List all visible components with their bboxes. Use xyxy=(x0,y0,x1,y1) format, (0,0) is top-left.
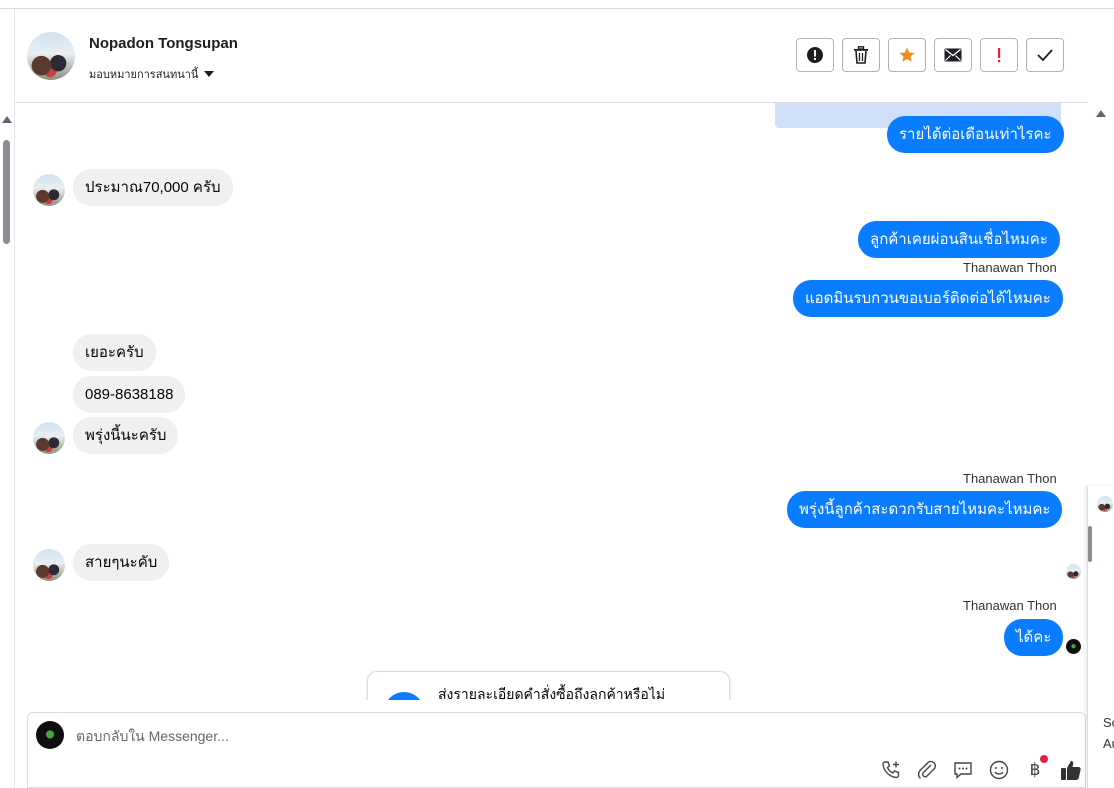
notification-dot xyxy=(1040,755,1048,763)
sender-name: Thanawan Thon xyxy=(963,260,1057,275)
outgoing-message[interactable]: ลูกค้าเคยผ่อนสินเชื่อไหมคะ xyxy=(858,221,1060,258)
trash-icon xyxy=(854,46,868,64)
side-panel-avatar xyxy=(1097,496,1113,512)
left-scrollbar[interactable] xyxy=(0,9,15,788)
exclamation-icon xyxy=(998,48,1001,63)
done-button[interactable] xyxy=(1026,38,1064,72)
reply-input[interactable] xyxy=(76,725,836,747)
spam-button[interactable] xyxy=(796,38,834,72)
side-panel-scrollbar[interactable] xyxy=(1088,526,1092,562)
top-border xyxy=(0,0,1114,9)
attach-button[interactable] xyxy=(916,759,938,781)
check-icon xyxy=(1037,49,1053,61)
mark-unread-button[interactable] xyxy=(934,38,972,72)
caret-down-icon xyxy=(204,71,215,77)
seen-receipt-avatar xyxy=(1066,639,1081,654)
header-actions xyxy=(796,38,1064,72)
assign-label: มอบหมายการสนทนานี้ xyxy=(89,69,199,81)
incoming-message[interactable]: เยอะครับ xyxy=(73,334,156,371)
page-avatar xyxy=(36,721,64,749)
scroll-up-arrow-icon[interactable] xyxy=(1096,110,1106,117)
contact-message-avatar xyxy=(33,422,65,454)
delete-button[interactable] xyxy=(842,38,880,72)
call-add-button[interactable] xyxy=(880,759,902,781)
contact-avatar[interactable] xyxy=(27,32,75,80)
order-details-prompt-card[interactable]: ส่งรายละเอียดคำสั่งซื้อถึงลูกค้าหรือไม่ xyxy=(367,671,730,700)
payment-button[interactable]: ฿ xyxy=(1024,755,1048,781)
outgoing-message[interactable]: แอดมินรบกวนขอเบอร์ติดต่อได้ไหมคะ xyxy=(793,280,1063,317)
baht-icon: ฿ xyxy=(1029,760,1041,779)
composer-tools: ฿ xyxy=(880,755,1082,781)
contact-message-avatar xyxy=(33,174,65,206)
order-info-icon xyxy=(384,692,424,700)
side-panel-text: Au xyxy=(1103,736,1114,751)
contact-name[interactable]: Nopadon Tongsupan xyxy=(89,35,238,52)
outgoing-message[interactable]: ได้คะ xyxy=(1004,619,1064,656)
contact-message-avatar xyxy=(33,549,65,581)
reply-composer: ฿ xyxy=(27,712,1086,788)
alert-circle-icon xyxy=(807,47,823,63)
paperclip-icon xyxy=(917,760,937,780)
scroll-up-arrow-icon[interactable] xyxy=(2,116,12,123)
right-scrollbar[interactable] xyxy=(1089,102,1114,488)
conversation-header: Nopadon Tongsupan มอบหมายการสนทนานี้ xyxy=(15,9,1088,103)
star-button[interactable] xyxy=(888,38,926,72)
sender-name: Thanawan Thon xyxy=(963,471,1057,486)
saved-replies-button[interactable] xyxy=(952,759,974,781)
emoji-button[interactable] xyxy=(988,759,1010,781)
emoji-icon xyxy=(989,760,1009,780)
seen-receipt-avatar xyxy=(1066,564,1081,579)
message-thread[interactable]: รายได้ต่อเดือนเท่าไรคะ ประมาณ70,000 ครับ… xyxy=(15,103,1088,700)
assign-conversation-dropdown[interactable]: มอบหมายการสนทนานี้ xyxy=(89,65,215,83)
like-button[interactable] xyxy=(1060,759,1082,781)
incoming-message[interactable]: สายๆนะคับ xyxy=(73,544,170,581)
side-panel: Sc Au xyxy=(1087,486,1114,788)
incoming-message[interactable]: ประมาณ70,000 ครับ xyxy=(73,169,233,206)
sender-name: Thanawan Thon xyxy=(963,598,1057,613)
outgoing-message[interactable]: พรุ่งนี้ลูกค้าสะดวกรับสายไหมคะไหมคะ xyxy=(787,491,1063,528)
scrollbar-thumb[interactable] xyxy=(3,140,10,244)
envelope-icon xyxy=(944,48,962,62)
follow-up-button[interactable] xyxy=(980,38,1018,72)
side-panel-text: Sc xyxy=(1103,715,1114,730)
incoming-message[interactable]: พรุ่งนี้นะครับ xyxy=(73,417,179,454)
incoming-message[interactable]: 089-8638188 xyxy=(73,376,186,413)
outgoing-message[interactable]: รายได้ต่อเดือนเท่าไรคะ xyxy=(887,116,1064,153)
star-icon xyxy=(899,47,915,62)
phone-add-icon xyxy=(882,761,900,779)
thumbs-up-icon xyxy=(1061,761,1081,780)
order-details-prompt-text: ส่งรายละเอียดคำสั่งซื้อถึงลูกค้าหรือไม่ xyxy=(438,686,666,700)
saved-reply-icon xyxy=(954,762,972,780)
